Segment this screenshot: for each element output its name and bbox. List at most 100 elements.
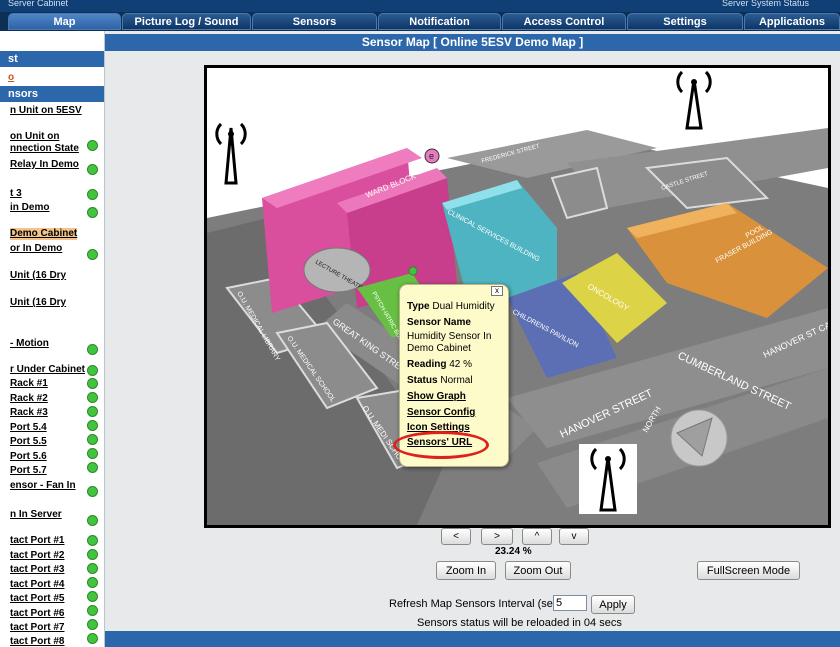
- sidebar-item[interactable]: tact Port #3: [10, 564, 64, 576]
- sensor-sidebar: st o nsors n Unit on 5ESV on Unit on nne…: [0, 31, 105, 647]
- sensor-status-dot[interactable]: [87, 535, 98, 546]
- sensor-status-dot[interactable]: [87, 378, 98, 389]
- sidebar-item[interactable]: tact Port #4: [10, 579, 64, 591]
- sensor-status-dot[interactable]: [87, 462, 98, 473]
- sensor-status-dot[interactable]: [87, 207, 98, 218]
- popup-reading-value: 42 %: [449, 359, 473, 370]
- apply-button[interactable]: Apply: [591, 595, 635, 614]
- sensor-status-dot[interactable]: [87, 563, 98, 574]
- sensor-status-dot[interactable]: [87, 140, 98, 151]
- highlight-ring: [393, 431, 489, 459]
- zoom-level: 23.24 %: [495, 546, 532, 557]
- sensor-status-dot[interactable]: [87, 448, 98, 459]
- wireless-sensor-icon-1[interactable]: [209, 118, 264, 190]
- zoom-in-button[interactable]: Zoom In: [436, 561, 496, 580]
- sidebar-item[interactable]: tact Port #7: [10, 622, 64, 634]
- popup-type-label: Type: [407, 301, 430, 312]
- sidebar-item[interactable]: tact Port #1: [10, 535, 64, 547]
- top-strip: Server Cabinet Server System Status: [0, 0, 840, 12]
- sensor-status-dot[interactable]: [87, 392, 98, 403]
- sensor-status-dot[interactable]: [87, 549, 98, 560]
- sidebar-item[interactable]: t 3: [10, 188, 22, 200]
- sensor-status-dot[interactable]: [87, 633, 98, 644]
- sidebar-item[interactable]: tact Port #6: [10, 608, 64, 620]
- top-strip-left-text: Server Cabinet: [8, 0, 69, 8]
- tab-access-control[interactable]: Access Control: [502, 13, 626, 30]
- tab-settings[interactable]: Settings: [627, 13, 743, 30]
- sensor-status-dot[interactable]: [87, 591, 98, 602]
- sidebar-item[interactable]: n In Server: [10, 509, 62, 521]
- pan-left-button[interactable]: <: [441, 528, 471, 545]
- sensor-status-dot[interactable]: [87, 434, 98, 445]
- sidebar-item[interactable]: nnection State: [10, 143, 79, 155]
- refresh-label: Refresh Map Sensors Interval (sec.): [389, 598, 566, 610]
- fullscreen-button[interactable]: FullScreen Mode: [697, 561, 800, 580]
- popup-status-label: Status: [407, 375, 438, 386]
- sidebar-item[interactable]: Port 5.7: [10, 465, 47, 477]
- popup-name-label: Sensor Name: [407, 317, 471, 328]
- tab-picture-log[interactable]: Picture Log / Sound Log: [122, 13, 251, 45]
- popup-status-value: Normal: [440, 375, 473, 386]
- top-strip-right-text: Server System Status: [722, 0, 810, 8]
- tab-map[interactable]: Map: [8, 13, 121, 30]
- wireless-sensor-icon-2[interactable]: [665, 68, 725, 133]
- tab-applications[interactable]: Applications: [744, 13, 840, 30]
- tab-sensors[interactable]: Sensors: [252, 13, 377, 30]
- sensor-status-dot[interactable]: [87, 486, 98, 497]
- map-marker-e-text: e: [429, 151, 434, 161]
- popup-reading-label: Reading: [407, 359, 447, 370]
- popup-type-value: Dual Humidity: [432, 301, 495, 312]
- sidebar-item[interactable]: Port 5.4: [10, 422, 47, 434]
- map-sensor-dot[interactable]: [408, 266, 418, 276]
- reload-status-text: Sensors status will be reloaded in 04 se…: [417, 617, 622, 629]
- sidebar-sensors-header: nsors: [0, 86, 104, 102]
- sensor-map[interactable]: e WARD BLOCK CLINICAL SERVICES BUILDING …: [204, 65, 831, 528]
- sidebar-item[interactable]: tact Port #2: [10, 550, 64, 562]
- sensor-status-dot[interactable]: [87, 249, 98, 260]
- sidebar-item[interactable]: Rack #3: [10, 407, 48, 419]
- sidebar-item[interactable]: ensor - Fan In: [10, 480, 76, 492]
- bottom-bar: [105, 631, 840, 647]
- sidebar-item[interactable]: Rack #1: [10, 378, 48, 390]
- sidebar-item[interactable]: Port 5.6: [10, 451, 47, 463]
- sensor-status-dot[interactable]: [87, 164, 98, 175]
- sensor-status-dot[interactable]: [87, 605, 98, 616]
- sidebar-orange-link[interactable]: o: [8, 72, 14, 84]
- sidebar-item[interactable]: Unit (16 Dry: [10, 297, 66, 309]
- sidebar-item[interactable]: tact Port #8: [10, 636, 64, 647]
- popup-name-value: Humidity Sensor In Demo Cabinet: [407, 331, 492, 354]
- pan-right-button[interactable]: >: [481, 528, 513, 545]
- sidebar-item[interactable]: - Motion: [10, 338, 49, 350]
- sidebar-item[interactable]: n Unit on 5ESV: [10, 105, 82, 117]
- popup-close-button[interactable]: x: [491, 286, 503, 296]
- sidebar-item[interactable]: Rack #2: [10, 393, 48, 405]
- sidebar-item[interactable]: Relay In Demo: [10, 159, 79, 171]
- sensor-status-dot[interactable]: [87, 619, 98, 630]
- sidebar-item[interactable]: or In Demo: [10, 243, 62, 255]
- sidebar-item[interactable]: Port 5.5: [10, 436, 47, 448]
- wireless-sensor-icon-3[interactable]: [579, 444, 637, 514]
- sidebar-item-selected[interactable]: Demo Cabinet: [10, 228, 78, 240]
- sidebar-item[interactable]: r Under Cabinet: [10, 364, 85, 376]
- sidebar-item[interactable]: in Demo: [10, 202, 49, 214]
- pan-up-button[interactable]: ^: [522, 528, 552, 545]
- refresh-interval-input[interactable]: [553, 595, 587, 611]
- sidebar-item[interactable]: on Unit on: [10, 131, 59, 143]
- pan-down-button[interactable]: v: [559, 528, 589, 545]
- sidebar-list-header: st: [0, 51, 104, 67]
- show-graph-link[interactable]: Show Graph: [407, 391, 466, 402]
- sidebar-item[interactable]: tact Port #5: [10, 593, 64, 605]
- sensor-status-dot[interactable]: [87, 189, 98, 200]
- sensor-status-dot[interactable]: [87, 406, 98, 417]
- sensor-status-dot[interactable]: [87, 365, 98, 376]
- main-tabs: Map Picture Log / Sound Log Sensors Noti…: [0, 12, 840, 45]
- sensor-status-dot[interactable]: [87, 344, 98, 355]
- tab-notification[interactable]: Notification: [378, 13, 501, 30]
- sensor-status-dot[interactable]: [87, 577, 98, 588]
- zoom-out-button[interactable]: Zoom Out: [505, 561, 571, 580]
- sensor-status-dot[interactable]: [87, 515, 98, 526]
- sensor-status-dot[interactable]: [87, 420, 98, 431]
- sidebar-item[interactable]: Unit (16 Dry: [10, 270, 66, 282]
- map-canvas: e WARD BLOCK CLINICAL SERVICES BUILDING …: [207, 68, 828, 525]
- sensor-config-link[interactable]: Sensor Config: [407, 407, 475, 418]
